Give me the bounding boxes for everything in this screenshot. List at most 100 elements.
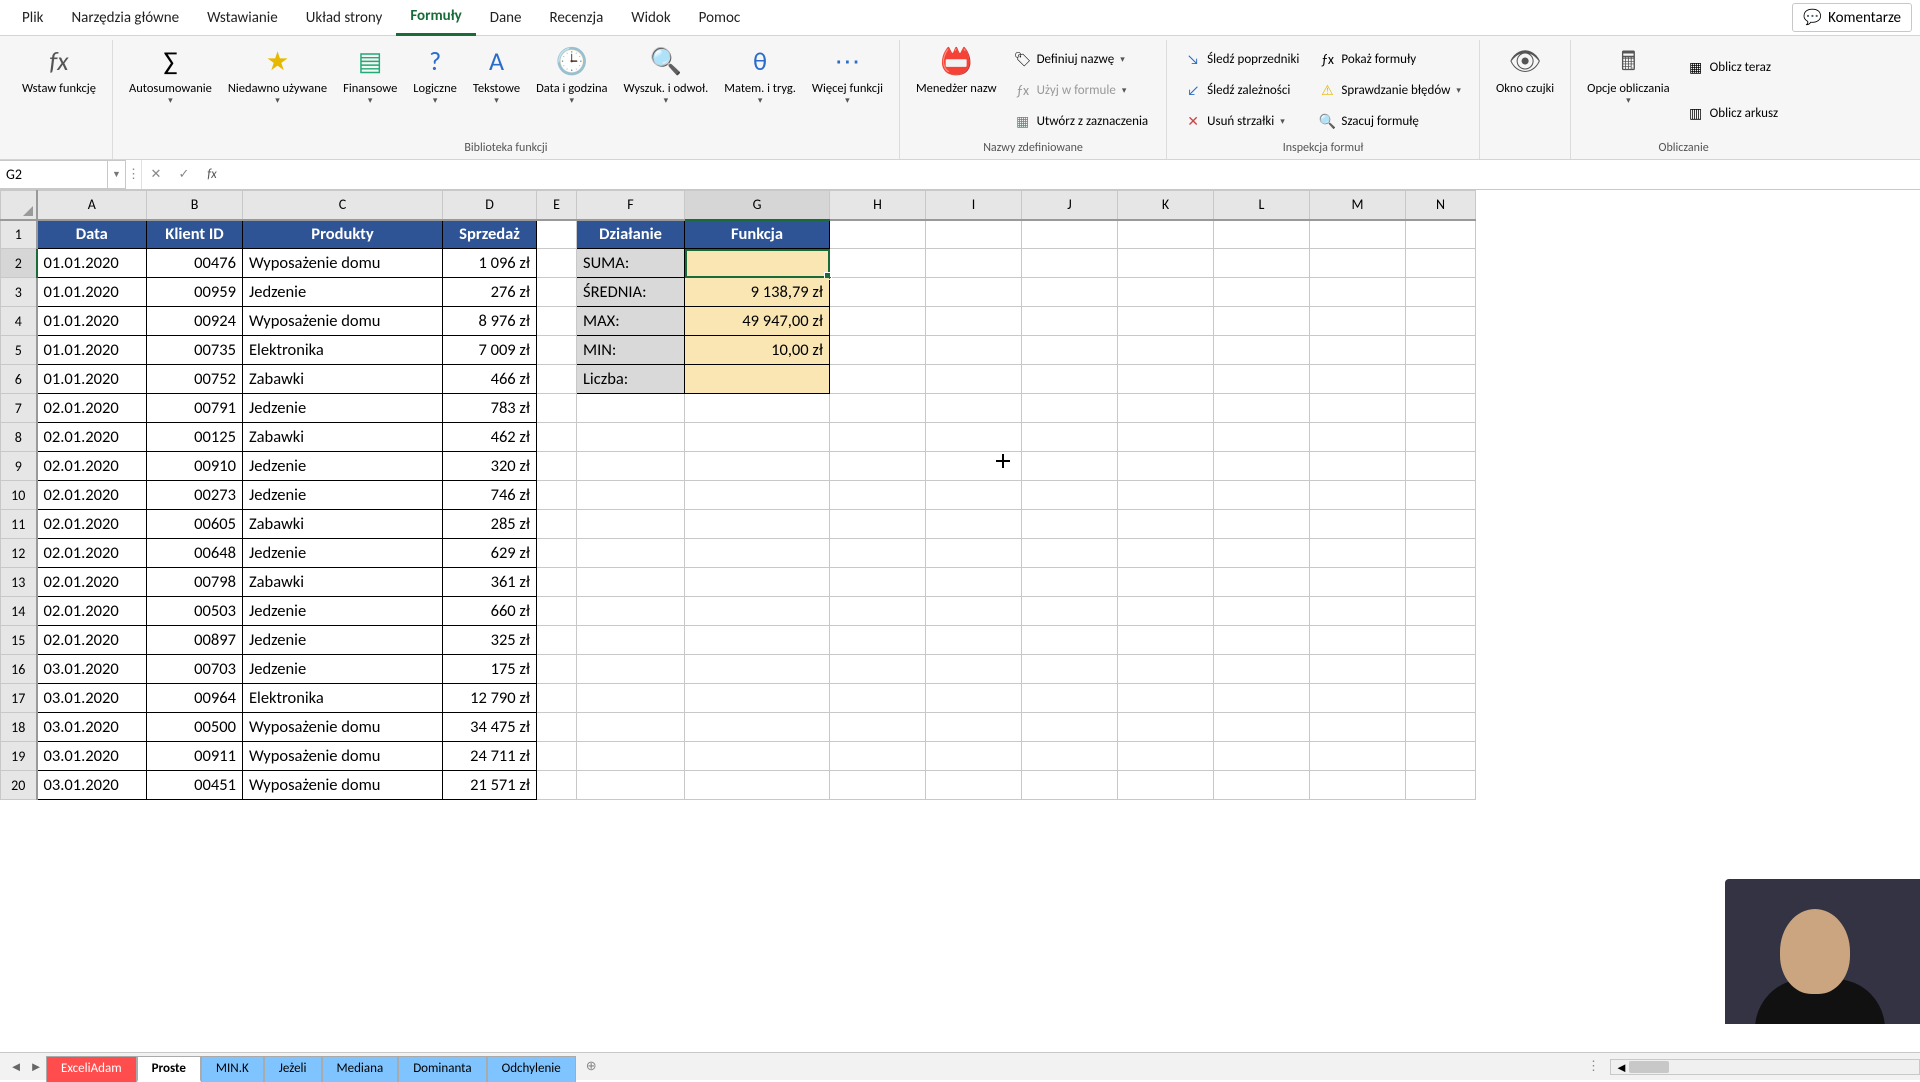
cell-J12[interactable] [1022, 539, 1118, 568]
cell-H1[interactable] [830, 220, 926, 249]
cell-C18[interactable]: Wyposażenie domu [243, 713, 443, 742]
cell-D14[interactable]: 660 zł [443, 597, 537, 626]
cell-E3[interactable] [537, 278, 577, 307]
sheet-tab-dominanta[interactable]: Dominanta [398, 1056, 486, 1082]
cell-N5[interactable] [1406, 336, 1476, 365]
cell-N7[interactable] [1406, 394, 1476, 423]
cell-K15[interactable] [1118, 626, 1214, 655]
cell-E1[interactable] [537, 220, 577, 249]
cell-H20[interactable] [830, 771, 926, 800]
cell-K16[interactable] [1118, 655, 1214, 684]
cell-G14[interactable] [685, 597, 830, 626]
tab-dane[interactable]: Dane [476, 1, 536, 35]
cell-M11[interactable] [1310, 510, 1406, 539]
cell-L20[interactable] [1214, 771, 1310, 800]
add-sheet-button[interactable]: ⊕ [576, 1055, 607, 1078]
tab-układ-strony[interactable]: Układ strony [292, 1, 397, 35]
cell-I2[interactable] [926, 249, 1022, 278]
cell-F1[interactable]: Działanie [577, 220, 685, 249]
cell-B6[interactable]: 00752 [147, 365, 243, 394]
cell-M17[interactable] [1310, 684, 1406, 713]
cell-G15[interactable] [685, 626, 830, 655]
cell-E15[interactable] [537, 626, 577, 655]
cell-F10[interactable] [577, 481, 685, 510]
cell-A16[interactable]: 03.01.2020 [37, 655, 147, 684]
cell-H13[interactable] [830, 568, 926, 597]
cell-E5[interactable] [537, 336, 577, 365]
cell-J13[interactable] [1022, 568, 1118, 597]
cell-H6[interactable] [830, 365, 926, 394]
cell-M12[interactable] [1310, 539, 1406, 568]
row-header-7[interactable]: 7 [1, 394, 37, 423]
cell-L6[interactable] [1214, 365, 1310, 394]
cell-J6[interactable] [1022, 365, 1118, 394]
cell-A9[interactable]: 02.01.2020 [37, 452, 147, 481]
cell-I13[interactable] [926, 568, 1022, 597]
cell-N14[interactable] [1406, 597, 1476, 626]
row-header-9[interactable]: 9 [1, 452, 37, 481]
trace-dependents-button[interactable]: ↙ Śledź zależności [1179, 81, 1305, 101]
cell-I12[interactable] [926, 539, 1022, 568]
cell-I8[interactable] [926, 423, 1022, 452]
trace-precedents-button[interactable]: ↘ Śledź poprzedniki [1179, 50, 1305, 70]
cell-H2[interactable] [830, 249, 926, 278]
cell-B13[interactable]: 00798 [147, 568, 243, 597]
cell-A20[interactable]: 03.01.2020 [37, 771, 147, 800]
cell-B19[interactable]: 00911 [147, 742, 243, 771]
cell-B17[interactable]: 00964 [147, 684, 243, 713]
cell-F18[interactable] [577, 713, 685, 742]
cell-L14[interactable] [1214, 597, 1310, 626]
cell-D20[interactable]: 21 571 zł [443, 771, 537, 800]
cell-F17[interactable] [577, 684, 685, 713]
cell-G18[interactable] [685, 713, 830, 742]
row-header-20[interactable]: 20 [1, 771, 37, 800]
cell-G6[interactable] [685, 365, 830, 394]
name-manager-button[interactable]: 📛 Menedżer nazw [908, 42, 1005, 139]
cell-J8[interactable] [1022, 423, 1118, 452]
cell-G11[interactable] [685, 510, 830, 539]
cell-C10[interactable]: Jedzenie [243, 481, 443, 510]
cell-D10[interactable]: 746 zł [443, 481, 537, 510]
cell-C6[interactable]: Zabawki [243, 365, 443, 394]
cell-D18[interactable]: 34 475 zł [443, 713, 537, 742]
cell-E13[interactable] [537, 568, 577, 597]
cell-B20[interactable]: 00451 [147, 771, 243, 800]
cell-F19[interactable] [577, 742, 685, 771]
cancel-formula-button[interactable]: ✕ [142, 160, 170, 189]
cell-F11[interactable] [577, 510, 685, 539]
cell-M20[interactable] [1310, 771, 1406, 800]
row-header-12[interactable]: 12 [1, 539, 37, 568]
watch-window-button[interactable]: 👁 Okno czujki [1488, 42, 1562, 139]
col-header-M[interactable]: M [1310, 191, 1406, 220]
cell-E11[interactable] [537, 510, 577, 539]
col-header-N[interactable]: N [1406, 191, 1476, 220]
cell-F16[interactable] [577, 655, 685, 684]
cell-H7[interactable] [830, 394, 926, 423]
cell-N3[interactable] [1406, 278, 1476, 307]
cell-B2[interactable]: 00476 [147, 249, 243, 278]
cell-L19[interactable] [1214, 742, 1310, 771]
cell-F4[interactable]: MAX: [577, 307, 685, 336]
cell-A5[interactable]: 01.01.2020 [37, 336, 147, 365]
cell-K11[interactable] [1118, 510, 1214, 539]
cell-B15[interactable]: 00897 [147, 626, 243, 655]
tab-wstawianie[interactable]: Wstawianie [193, 1, 292, 35]
cell-L5[interactable] [1214, 336, 1310, 365]
row-header-17[interactable]: 17 [1, 684, 37, 713]
cell-H17[interactable] [830, 684, 926, 713]
col-header-C[interactable]: C [243, 191, 443, 220]
cell-N10[interactable] [1406, 481, 1476, 510]
row-header-13[interactable]: 13 [1, 568, 37, 597]
row-header-15[interactable]: 15 [1, 626, 37, 655]
cell-D9[interactable]: 320 zł [443, 452, 537, 481]
cell-M16[interactable] [1310, 655, 1406, 684]
cell-G8[interactable] [685, 423, 830, 452]
cell-I9[interactable] [926, 452, 1022, 481]
cell-B3[interactable]: 00959 [147, 278, 243, 307]
cell-D2[interactable]: 1 096 zł [443, 249, 537, 278]
cell-E2[interactable] [537, 249, 577, 278]
cell-B9[interactable]: 00910 [147, 452, 243, 481]
cell-M5[interactable] [1310, 336, 1406, 365]
cell-G4[interactable]: 49 947,00 zł [685, 307, 830, 336]
cell-I18[interactable] [926, 713, 1022, 742]
